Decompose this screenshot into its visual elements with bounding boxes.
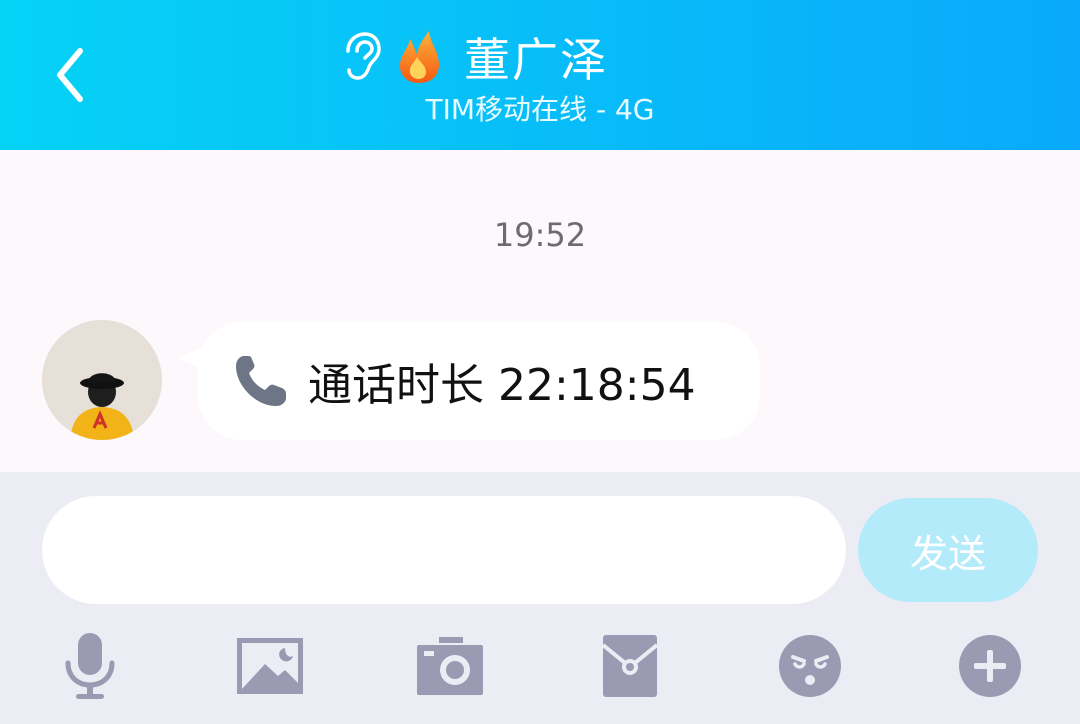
call-record-bubble[interactable]: 通话时长 22:18:54	[198, 322, 760, 440]
image-icon	[237, 638, 303, 694]
flame-icon	[399, 31, 439, 83]
microphone-icon	[65, 633, 115, 699]
bubble-tail	[178, 348, 200, 368]
chat-header: 董广泽 TIM移动在线 - 4G	[0, 0, 1080, 150]
more-button[interactable]	[952, 628, 1028, 704]
ear-icon[interactable]	[340, 31, 382, 83]
camera-button[interactable]	[412, 628, 488, 704]
message-input[interactable]	[42, 496, 846, 604]
emoji-icon	[779, 635, 841, 697]
call-duration-text: 通话时长 22:18:54	[308, 360, 696, 411]
voice-button[interactable]	[52, 628, 128, 704]
avatar[interactable]	[42, 320, 162, 440]
title-row: 董广泽	[340, 22, 608, 92]
plus-icon	[959, 635, 1021, 697]
online-status: TIM移动在线 - 4G	[425, 93, 655, 126]
phone-icon	[236, 356, 286, 406]
image-button[interactable]	[232, 628, 308, 704]
emoji-button[interactable]	[772, 628, 848, 704]
red-packet-button[interactable]	[592, 628, 668, 704]
send-button[interactable]: 发送	[858, 498, 1038, 602]
red-packet-icon	[601, 635, 659, 697]
message-timestamp: 19:52	[493, 216, 587, 254]
contact-name: 董广泽	[464, 33, 608, 87]
camera-icon	[417, 637, 483, 695]
